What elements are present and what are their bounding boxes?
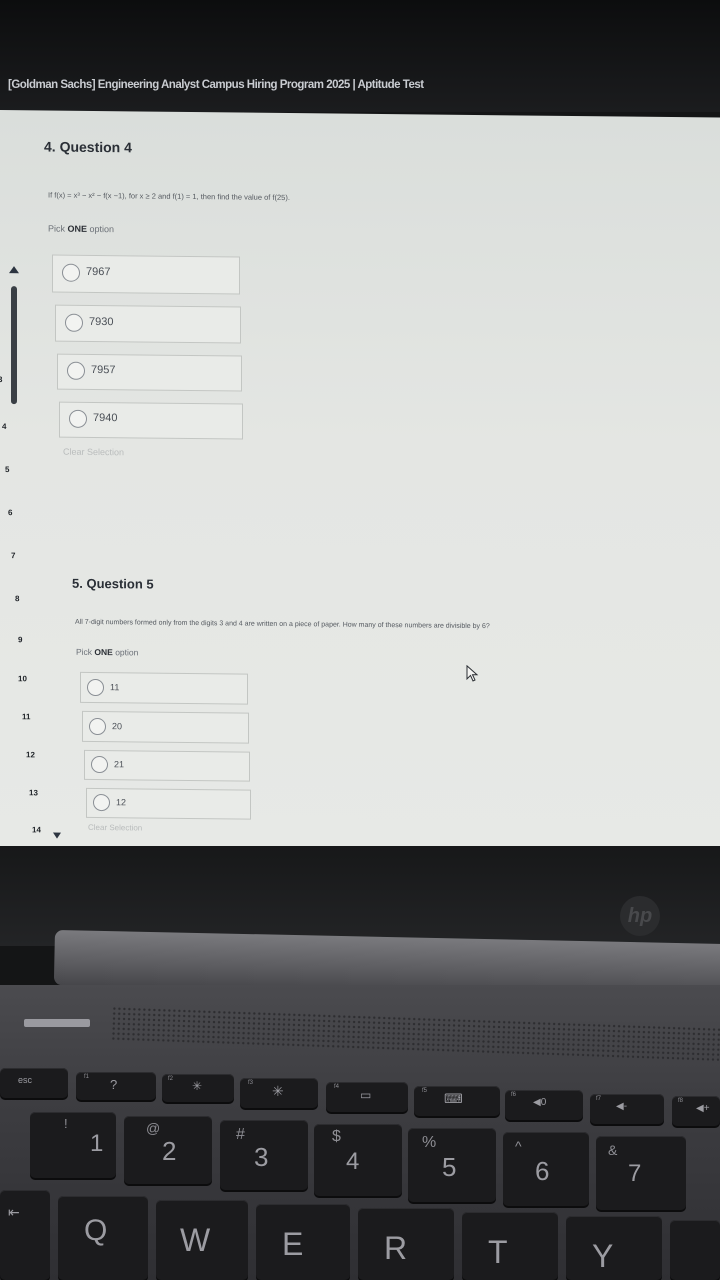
key-r[interactable]: R [358, 1208, 454, 1280]
question-text: All 7-digit numbers formed only from the… [75, 618, 490, 631]
key-f4[interactable]: f4 ▭ [326, 1082, 408, 1112]
radio-button[interactable] [69, 409, 87, 428]
nav-up-arrow-icon[interactable] [9, 266, 19, 274]
radio-button[interactable] [67, 361, 85, 380]
key-f1[interactable]: f1 ? [76, 1072, 156, 1100]
key-f6[interactable]: f6 ◀0 [505, 1090, 583, 1120]
key-f2[interactable]: f2 ✳ [162, 1074, 234, 1102]
option-label: 12 [116, 797, 127, 808]
option-20[interactable]: 20 [82, 710, 249, 744]
key-7[interactable]: & 7 [596, 1136, 686, 1210]
key-6[interactable]: ^ 6 [503, 1132, 589, 1206]
option-7967[interactable]: 7967 [52, 254, 240, 295]
option-label: 20 [112, 721, 123, 732]
question-title: 5. Question 5 [72, 575, 154, 592]
key-q[interactable]: Q [58, 1196, 148, 1280]
clear-selection-link[interactable]: Clear Selection [63, 447, 124, 458]
key-f5[interactable]: f5 ⌨ [414, 1086, 500, 1116]
option-label: 11 [110, 682, 120, 693]
key-e[interactable]: E [256, 1204, 350, 1280]
radio-button[interactable] [89, 717, 106, 736]
nav-question-12[interactable]: 12 [26, 750, 35, 759]
key-f3[interactable]: f3 ✳ [240, 1078, 318, 1108]
nav-question-10[interactable]: 10 [18, 674, 27, 683]
key-2[interactable]: @ 2 [124, 1116, 212, 1184]
radio-button[interactable] [87, 678, 104, 697]
nav-question-3[interactable]: 3 [0, 375, 2, 384]
nav-question-8[interactable]: 8 [15, 594, 19, 603]
key-y[interactable]: Y [566, 1216, 662, 1280]
option-label: 7957 [91, 363, 116, 377]
key-tab[interactable]: ⇤ [0, 1190, 50, 1280]
option-label: 21 [114, 759, 125, 770]
clear-selection-link[interactable]: Clear Selection [88, 823, 142, 833]
key-4[interactable]: $ 4 [314, 1124, 402, 1196]
key-w[interactable]: W [156, 1200, 248, 1280]
option-label: 7940 [93, 411, 118, 425]
question-nav: 3 4 5 6 7 8 9 10 11 12 13 14 [0, 110, 61, 850]
radio-button[interactable] [62, 263, 80, 282]
key-esc[interactable]: esc [0, 1068, 68, 1098]
browser-title-bar: [Goldman Sachs] Engineering Analyst Camp… [0, 0, 720, 112]
option-7940[interactable]: 7940 [59, 401, 243, 440]
key-u[interactable] [670, 1220, 720, 1280]
pick-instruction: Pick ONE option [76, 646, 139, 658]
test-screen: 3 4 5 6 7 8 9 10 11 12 13 14 4. Question… [0, 110, 720, 858]
nav-scrollbar[interactable] [11, 286, 17, 405]
key-f7[interactable]: f7 ◀- [590, 1094, 664, 1124]
page-title: [Goldman Sachs] Engineering Analyst Camp… [8, 79, 424, 91]
nav-question-7[interactable]: 7 [11, 551, 15, 560]
nav-question-11[interactable]: 11 [22, 712, 30, 721]
key-t[interactable]: T [462, 1212, 558, 1280]
option-label: 7967 [86, 265, 111, 279]
nav-question-13[interactable]: 13 [29, 788, 38, 797]
option-12[interactable]: 12 [86, 787, 251, 820]
nav-question-14[interactable]: 14 [32, 825, 41, 834]
mouse-pointer-icon [466, 664, 479, 682]
pick-instruction: Pick ONE option [48, 223, 115, 235]
key-f8[interactable]: f8 ◀+ [672, 1096, 720, 1126]
key-3[interactable]: # 3 [220, 1120, 308, 1190]
option-21[interactable]: 21 [84, 749, 250, 782]
question-text: If f(x) = x³ − x² − f(x −1), for x ≥ 2 a… [48, 190, 290, 203]
radio-button[interactable] [65, 313, 83, 332]
nav-question-9[interactable]: 9 [18, 635, 22, 644]
question-title: 4. Question 4 [44, 138, 132, 156]
nav-question-5[interactable]: 5 [5, 465, 9, 474]
option-label: 7930 [89, 315, 114, 329]
power-indicator [24, 1019, 90, 1027]
nav-question-4[interactable]: 4 [2, 422, 6, 431]
key-1[interactable]: ! 1 [30, 1112, 116, 1178]
nav-question-6[interactable]: 6 [8, 508, 12, 517]
radio-button[interactable] [91, 755, 108, 774]
hp-logo: hp [620, 896, 660, 936]
option-11[interactable]: 11 [80, 671, 248, 705]
option-7957[interactable]: 7957 [57, 353, 242, 392]
option-7930[interactable]: 7930 [55, 304, 241, 344]
radio-button[interactable] [93, 793, 110, 812]
nav-down-arrow-icon[interactable] [53, 832, 61, 839]
key-5[interactable]: % 5 [408, 1128, 496, 1202]
